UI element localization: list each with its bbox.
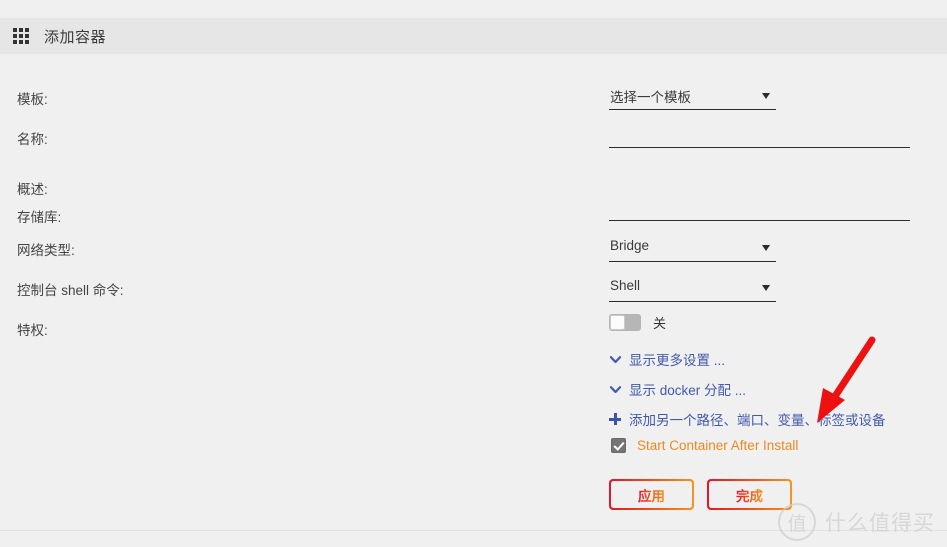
show-docker-allocations-link[interactable]: 显示 docker 分配 ... — [609, 379, 746, 399]
chevron-down-icon — [762, 245, 770, 251]
label-network-type: 网络类型: — [17, 243, 75, 258]
network-type-select-value: Bridge — [610, 238, 650, 253]
template-select[interactable]: 选择一个模板 — [609, 84, 776, 110]
add-another-mapping-link[interactable]: 添加另一个路径、端口、变量、标签或设备 — [609, 409, 886, 429]
apply-button[interactable]: 应用 — [609, 479, 694, 510]
watermark-badge: 值 — [778, 503, 816, 541]
show-more-settings-link[interactable]: 显示更多设置 ... — [609, 349, 725, 369]
template-select-value: 选择一个模板 — [610, 90, 691, 105]
watermark: 值 什么值得买 — [778, 503, 935, 541]
console-shell-select[interactable]: Shell — [609, 276, 776, 302]
name-input[interactable] — [609, 124, 910, 148]
label-console-shell-command: 控制台 shell 命令: — [17, 283, 124, 298]
privileged-toggle-wrap: 关 — [609, 313, 666, 332]
page-title: 添加容器 — [44, 28, 107, 46]
privileged-toggle-label: 关 — [653, 316, 667, 331]
label-name: 名称: — [17, 132, 48, 147]
done-button-label: 完成 — [736, 485, 763, 505]
label-overview: 概述: — [17, 182, 48, 197]
console-shell-select-value: Shell — [610, 278, 641, 293]
chevron-down-icon — [762, 93, 770, 99]
chevron-down-icon — [762, 285, 770, 291]
start-container-checkbox-label: Start Container After Install — [637, 438, 799, 453]
start-container-after-install-row[interactable]: Start Container After Install — [611, 438, 798, 453]
chevron-down-icon — [609, 383, 622, 396]
show-docker-allocations-label: 显示 docker 分配 ... — [629, 383, 747, 398]
chevron-down-icon — [609, 353, 622, 366]
label-template: 模板: — [17, 92, 48, 107]
window-titlebar: 添加容器 — [0, 18, 947, 54]
label-repository: 存储库: — [17, 210, 62, 225]
label-privileged: 特权: — [17, 323, 48, 338]
grid-icon — [13, 27, 30, 45]
repository-input[interactable] — [609, 197, 910, 221]
watermark-text: 什么值得买 — [825, 512, 935, 535]
network-type-select[interactable]: Bridge — [609, 236, 776, 262]
apply-button-label: 应用 — [638, 485, 665, 505]
start-container-checkbox[interactable] — [611, 438, 626, 453]
show-more-settings-label: 显示更多设置 ... — [629, 353, 726, 368]
toggle-knob — [610, 315, 625, 330]
plus-icon — [609, 413, 621, 425]
privileged-toggle[interactable] — [609, 314, 641, 331]
apply-button-inner: 应用 — [611, 481, 692, 508]
add-another-mapping-label: 添加另一个路径、端口、变量、标签或设备 — [629, 413, 886, 428]
